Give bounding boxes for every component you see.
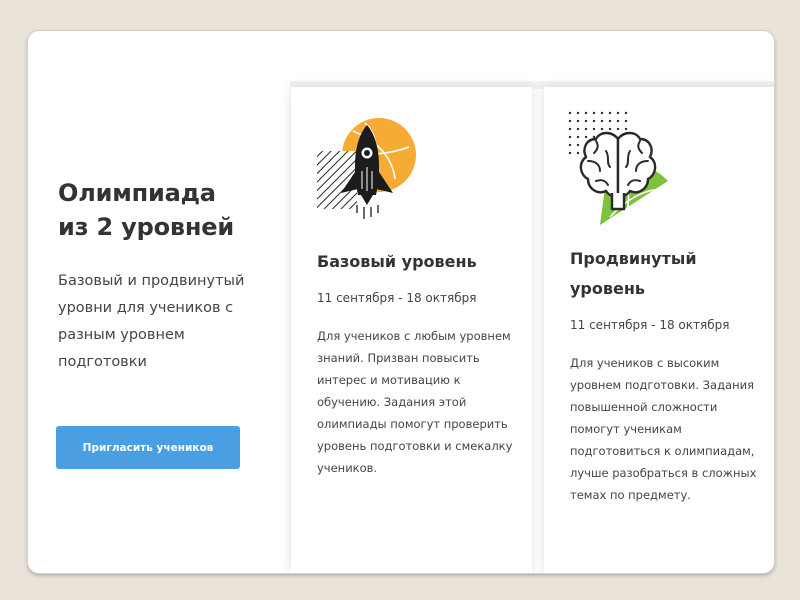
card-advanced-level: Продвинутый уровень 11 сентября - 18 окт…: [544, 87, 774, 573]
card-description: Для учеников с высоким уровнем подготовк…: [570, 356, 757, 502]
rocket-icon: [317, 118, 416, 219]
intro-section: Олимпиада из 2 уровней Базовый и продвин…: [58, 176, 278, 376]
brain-icon: [568, 111, 668, 225]
card-body: Базовый уровень 11 сентября - 18 октября…: [317, 247, 517, 479]
card-basic-level: Базовый уровень 11 сентября - 18 октября…: [291, 87, 532, 573]
intro-description: Базовый и продвинутый уровни для ученико…: [58, 273, 245, 370]
card-title: Продвинутый уровень: [570, 249, 697, 298]
slide-frame: Олимпиада из 2 уровней Базовый и продвин…: [27, 30, 775, 574]
card-body: Продвинутый уровень 11 сентября - 18 окт…: [570, 244, 760, 506]
card-title: Базовый уровень: [317, 252, 477, 271]
card-dates: 11 сентября - 18 октября: [317, 291, 477, 305]
invite-students-button[interactable]: Пригласить учеников: [56, 426, 240, 469]
page-title: Олимпиада из 2 уровней: [58, 179, 234, 241]
card-description: Для учеников с любым уровнем знаний. При…: [317, 329, 513, 475]
card-dates: 11 сентября - 18 октября: [570, 318, 730, 332]
